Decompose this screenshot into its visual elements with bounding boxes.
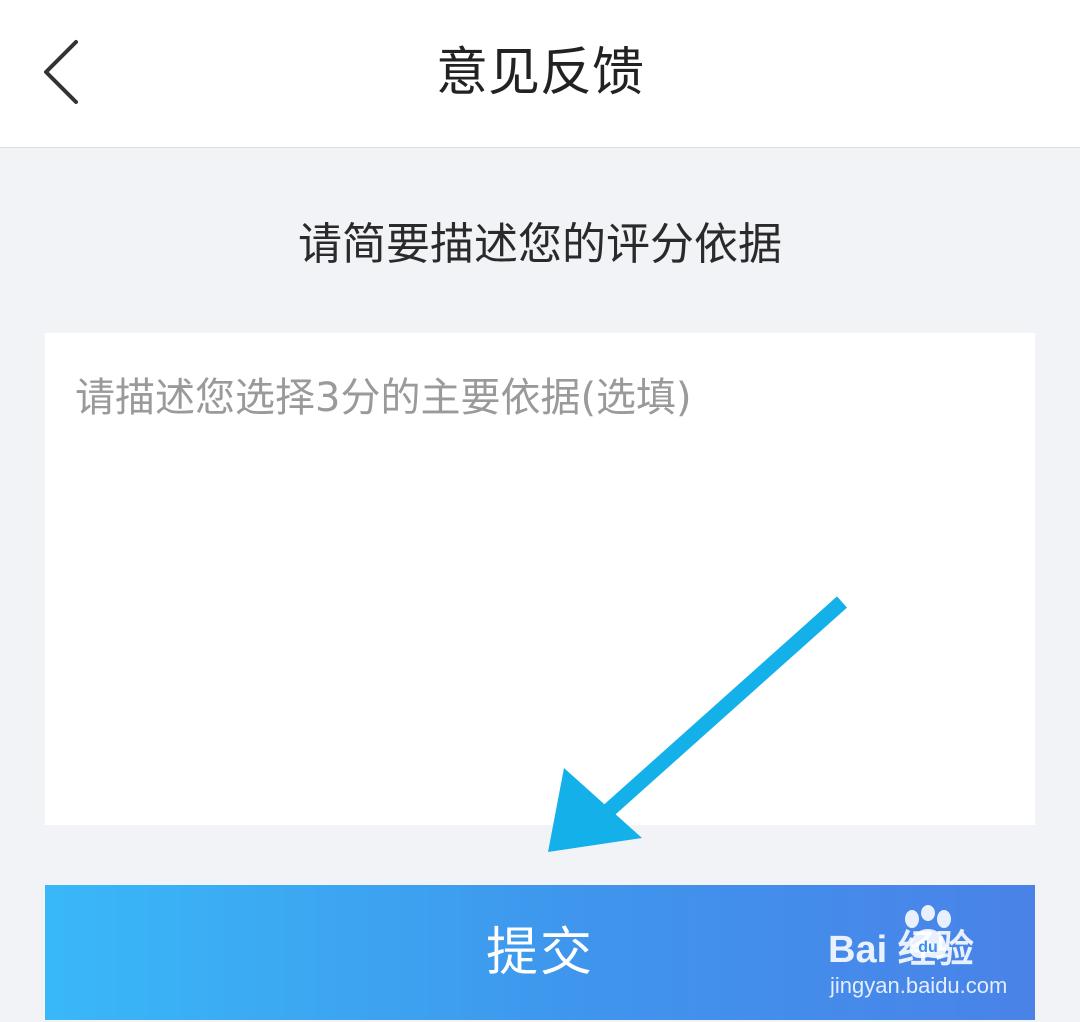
feedback-input[interactable] <box>45 333 1035 825</box>
feedback-textarea-container <box>45 333 1035 825</box>
page-title: 意见反馈 <box>435 43 644 103</box>
chevron-left-icon <box>44 40 78 104</box>
feedback-page: 意见反馈 请简要描述您的评分依据 提交 Bai 经验 du jingyan.ba… <box>0 0 1080 1022</box>
top-navbar: 意见反馈 <box>0 0 1080 148</box>
submit-button[interactable]: 提交 <box>45 885 1035 1020</box>
back-button[interactable] <box>30 30 100 110</box>
section-title: 请简要描述您的评分依据 <box>298 219 782 270</box>
